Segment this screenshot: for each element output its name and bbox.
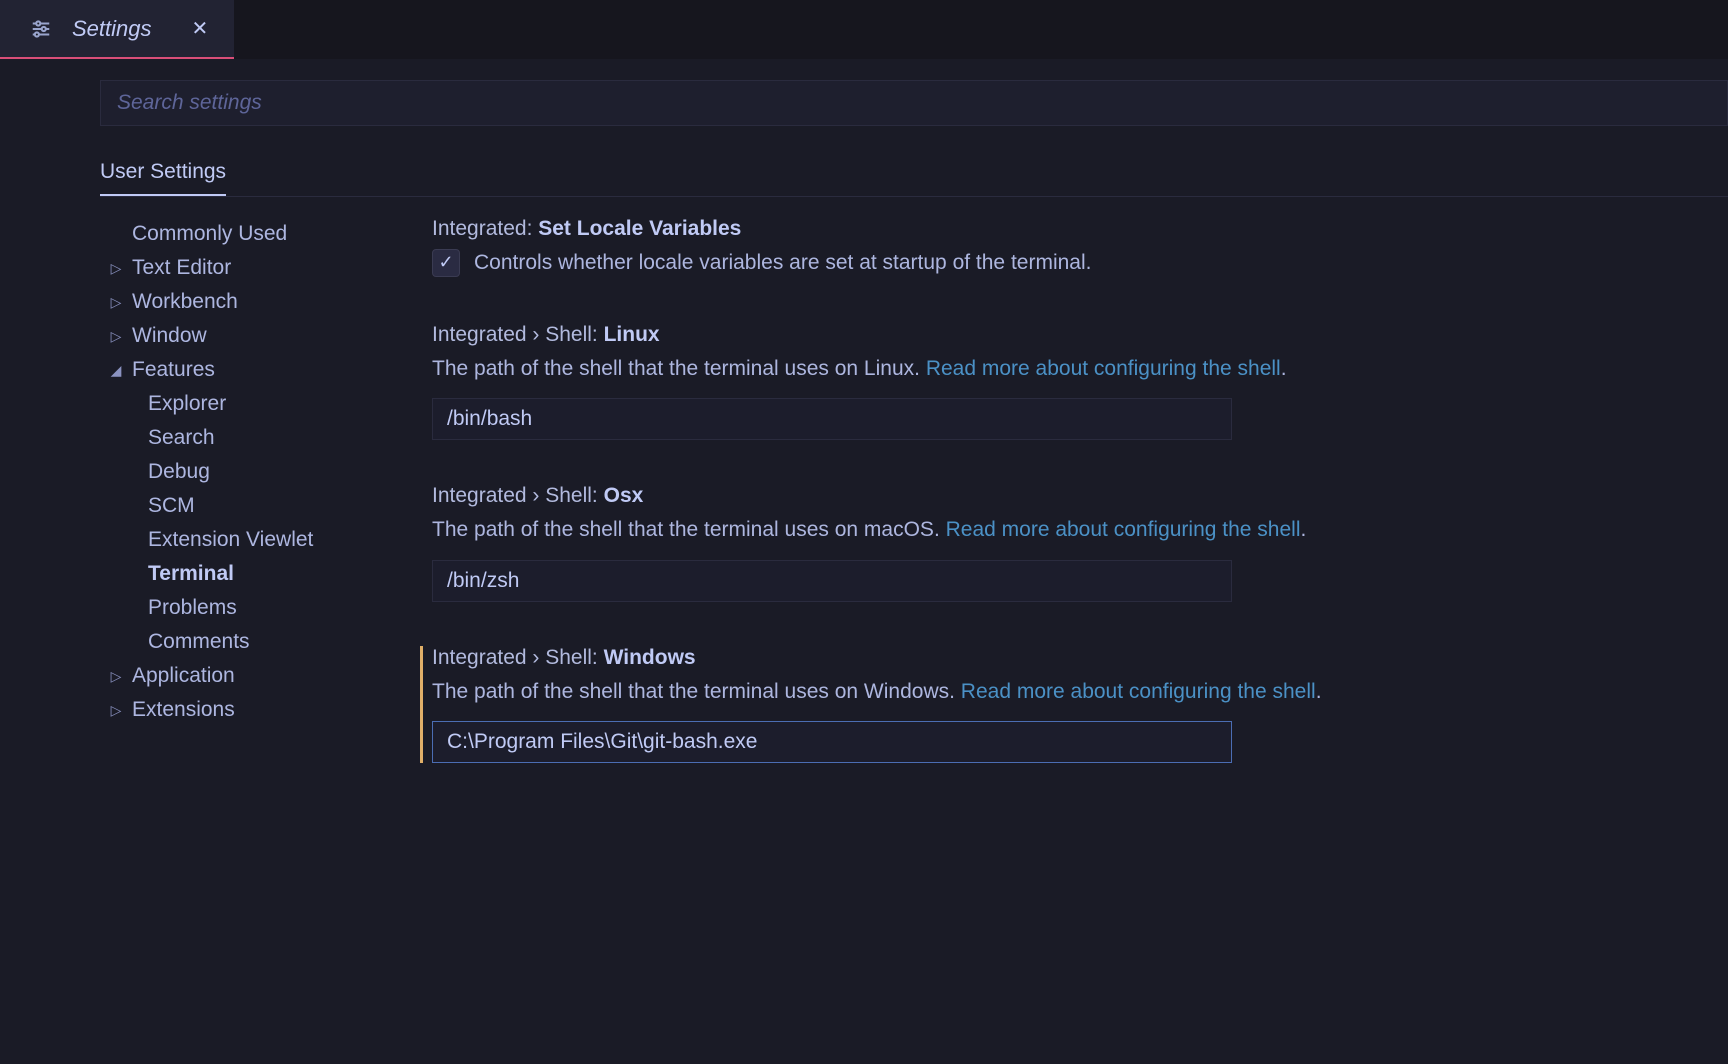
setting-desc: Controls whether locale variables are se… [474, 247, 1091, 279]
setting-shell-osx: Integrated › Shell: Osx The path of the … [420, 484, 1728, 602]
config-shell-link[interactable]: Read more about configuring the shell [946, 518, 1301, 541]
setting-desc: The path of the shell that the terminal … [432, 676, 1728, 708]
config-shell-link[interactable]: Read more about configuring the shell [961, 680, 1316, 703]
nav-debug[interactable]: Debug [100, 455, 400, 489]
checkbox-set-locale[interactable]: ✓ [432, 249, 460, 277]
nav-explorer[interactable]: Explorer [100, 387, 400, 421]
chevron-right-icon: ▷ [100, 668, 132, 685]
chevron-right-icon: ▷ [100, 294, 132, 311]
shell-osx-input[interactable] [432, 560, 1232, 602]
chevron-right-icon: ▷ [100, 260, 132, 277]
nav-extensions[interactable]: ▷ Extensions [100, 693, 400, 727]
nav-workbench[interactable]: ▷ Workbench [100, 285, 400, 319]
setting-title: Integrated › Shell: Windows [432, 646, 1728, 670]
content-area: Commonly Used ▷ Text Editor ▷ Workbench … [0, 217, 1728, 807]
tab-bar: Settings ✕ [0, 0, 1728, 60]
setting-title: Integrated › Shell: Linux [432, 323, 1728, 347]
tab-user-settings[interactable]: User Settings [100, 150, 226, 196]
setting-desc: The path of the shell that the terminal … [432, 514, 1728, 546]
nav-window[interactable]: ▷ Window [100, 319, 400, 353]
nav-application[interactable]: ▷ Application [100, 659, 400, 693]
search-input[interactable] [100, 80, 1728, 126]
nav-terminal[interactable]: Terminal [100, 557, 400, 591]
config-shell-link[interactable]: Read more about configuring the shell [926, 357, 1281, 380]
settings-tab[interactable]: Settings ✕ [0, 0, 234, 59]
settings-list: Integrated: Set Locale Variables ✓ Contr… [400, 217, 1728, 807]
nav-scm[interactable]: SCM [100, 489, 400, 523]
settings-icon [30, 18, 52, 40]
nav-problems[interactable]: Problems [100, 591, 400, 625]
nav-commonly-used[interactable]: Commonly Used [100, 217, 400, 251]
setting-title: Integrated: Set Locale Variables [432, 217, 1728, 241]
checkbox-row: ✓ Controls whether locale variables are … [432, 247, 1728, 279]
chevron-right-icon: ▷ [100, 702, 132, 719]
search-area: User Settings [0, 60, 1728, 197]
chevron-right-icon: ▷ [100, 328, 132, 345]
scope-tabs: User Settings [100, 150, 1728, 197]
setting-title: Integrated › Shell: Osx [432, 484, 1728, 508]
shell-linux-input[interactable] [432, 398, 1232, 440]
chevron-down-icon: ◢ [100, 362, 132, 379]
settings-nav-tree: Commonly Used ▷ Text Editor ▷ Workbench … [100, 217, 400, 807]
setting-shell-linux: Integrated › Shell: Linux The path of th… [420, 323, 1728, 441]
nav-comments[interactable]: Comments [100, 625, 400, 659]
tab-title: Settings [72, 16, 152, 42]
nav-features[interactable]: ◢ Features [100, 353, 400, 387]
shell-windows-input[interactable] [432, 721, 1232, 763]
close-icon[interactable]: ✕ [192, 16, 209, 41]
nav-extension-viewlet[interactable]: Extension Viewlet [100, 523, 400, 557]
nav-search[interactable]: Search [100, 421, 400, 455]
setting-set-locale-variables: Integrated: Set Locale Variables ✓ Contr… [420, 217, 1728, 279]
nav-text-editor[interactable]: ▷ Text Editor [100, 251, 400, 285]
setting-shell-windows: Integrated › Shell: Windows The path of … [420, 646, 1728, 764]
setting-desc: The path of the shell that the terminal … [432, 353, 1728, 385]
